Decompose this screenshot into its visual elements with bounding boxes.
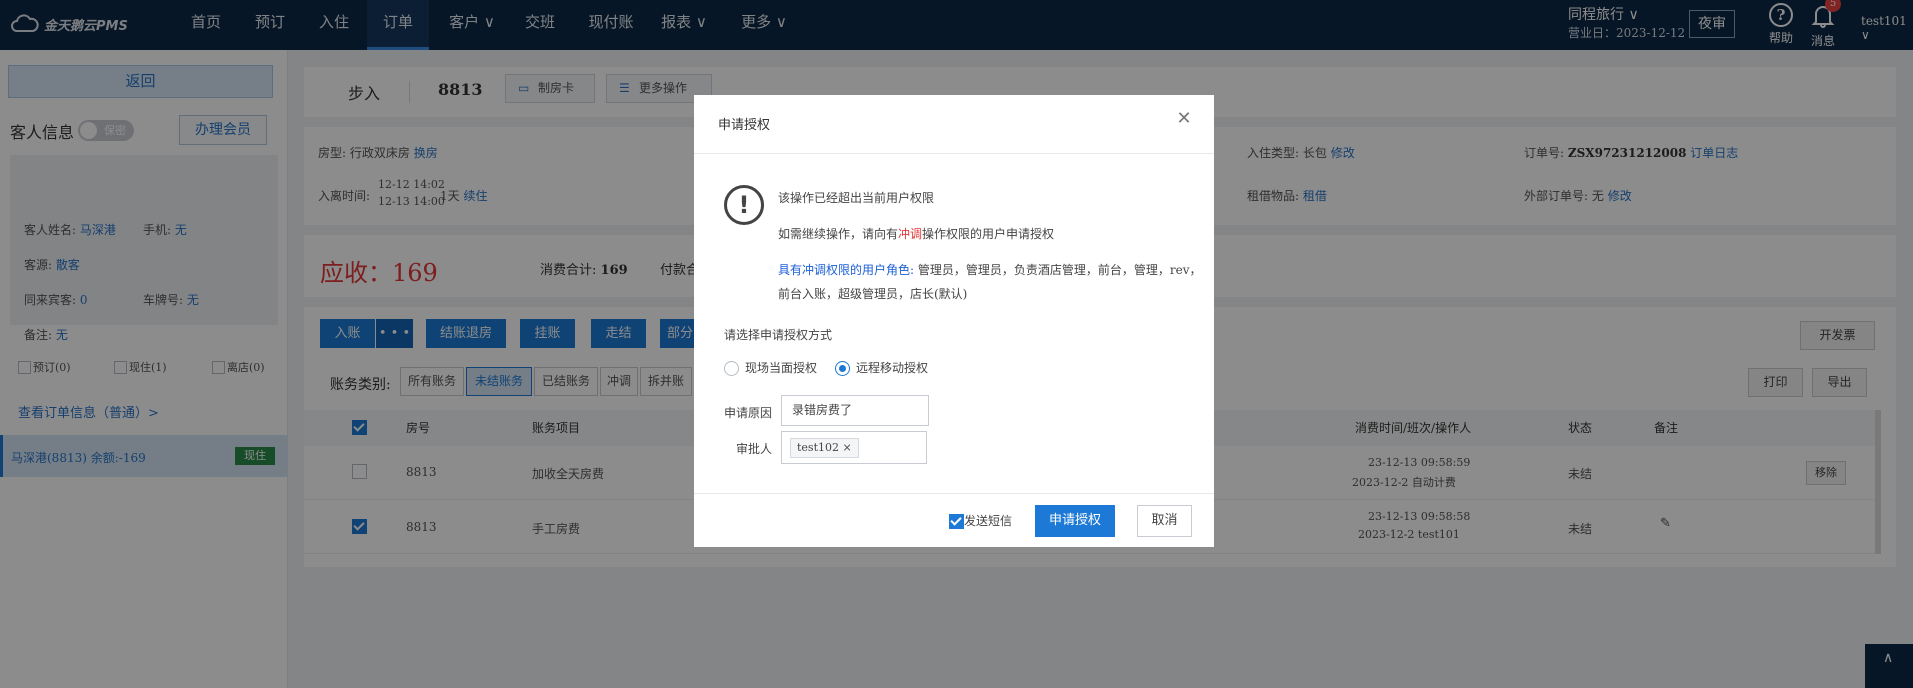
dialog-title: 申请授权 <box>718 118 771 133</box>
approver-select[interactable]: test102 × <box>781 431 927 464</box>
roles-line-1: 具有冲调权限的用户角色: 管理员，管理员，负责酒店管理，前台，管理，rev， <box>778 261 1202 278</box>
cancel-button[interactable]: 取消 <box>1137 505 1192 537</box>
warning-icon: ! <box>724 185 764 225</box>
send-sms-checkbox[interactable] <box>949 514 964 529</box>
tag-close-icon[interactable]: × <box>843 441 852 454</box>
request-message-post: 操作权限的用户申请授权 <box>922 227 1055 241</box>
dialog-header-divider <box>694 153 1214 154</box>
method-onsite-label: 现场当面授权 <box>745 361 818 375</box>
submit-authorization-button[interactable]: 申请授权 <box>1035 505 1115 537</box>
permission-message: 该操作已经超出当前用户权限 <box>778 191 935 205</box>
roles-label: 具有冲调权限的用户角色: <box>778 263 915 277</box>
authorization-dialog: 申请授权 ✕ ! 该操作已经超出当前用户权限 如需继续操作，请向有冲调操作权限的… <box>694 95 1214 547</box>
method-remote-radio[interactable] <box>835 361 850 376</box>
roles-list: 管理员，管理员，负责酒店管理，前台，管理，rev， <box>917 263 1202 277</box>
roles-line-2: 前台入账，超级管理员，店长(默认) <box>778 287 968 301</box>
method-onsite-option[interactable]: 现场当面授权 <box>724 359 817 376</box>
approver-tag-label: test102 <box>797 441 839 454</box>
close-icon[interactable]: ✕ <box>1172 107 1196 131</box>
method-label: 请选择申请授权方式 <box>724 328 833 342</box>
dialog-footer-divider <box>694 493 1214 494</box>
approver-tag: test102 × <box>790 438 859 458</box>
reason-input[interactable]: 录错房费了 <box>781 395 929 426</box>
send-sms-label: 发送短信 <box>964 514 1013 528</box>
request-message-highlight: 冲调 <box>898 227 923 241</box>
request-message: 如需继续操作，请向有冲调操作权限的用户申请授权 <box>778 225 1054 242</box>
send-sms-option[interactable]: 发送短信 <box>949 512 1012 529</box>
approver-label: 审批人 <box>736 442 773 456</box>
method-remote-label: 远程移动授权 <box>856 361 929 375</box>
method-onsite-radio[interactable] <box>724 361 739 376</box>
method-remote-option[interactable]: 远程移动授权 <box>835 359 928 376</box>
reason-label: 申请原因 <box>724 406 773 420</box>
request-message-pre: 如需继续操作，请向有 <box>778 227 899 241</box>
